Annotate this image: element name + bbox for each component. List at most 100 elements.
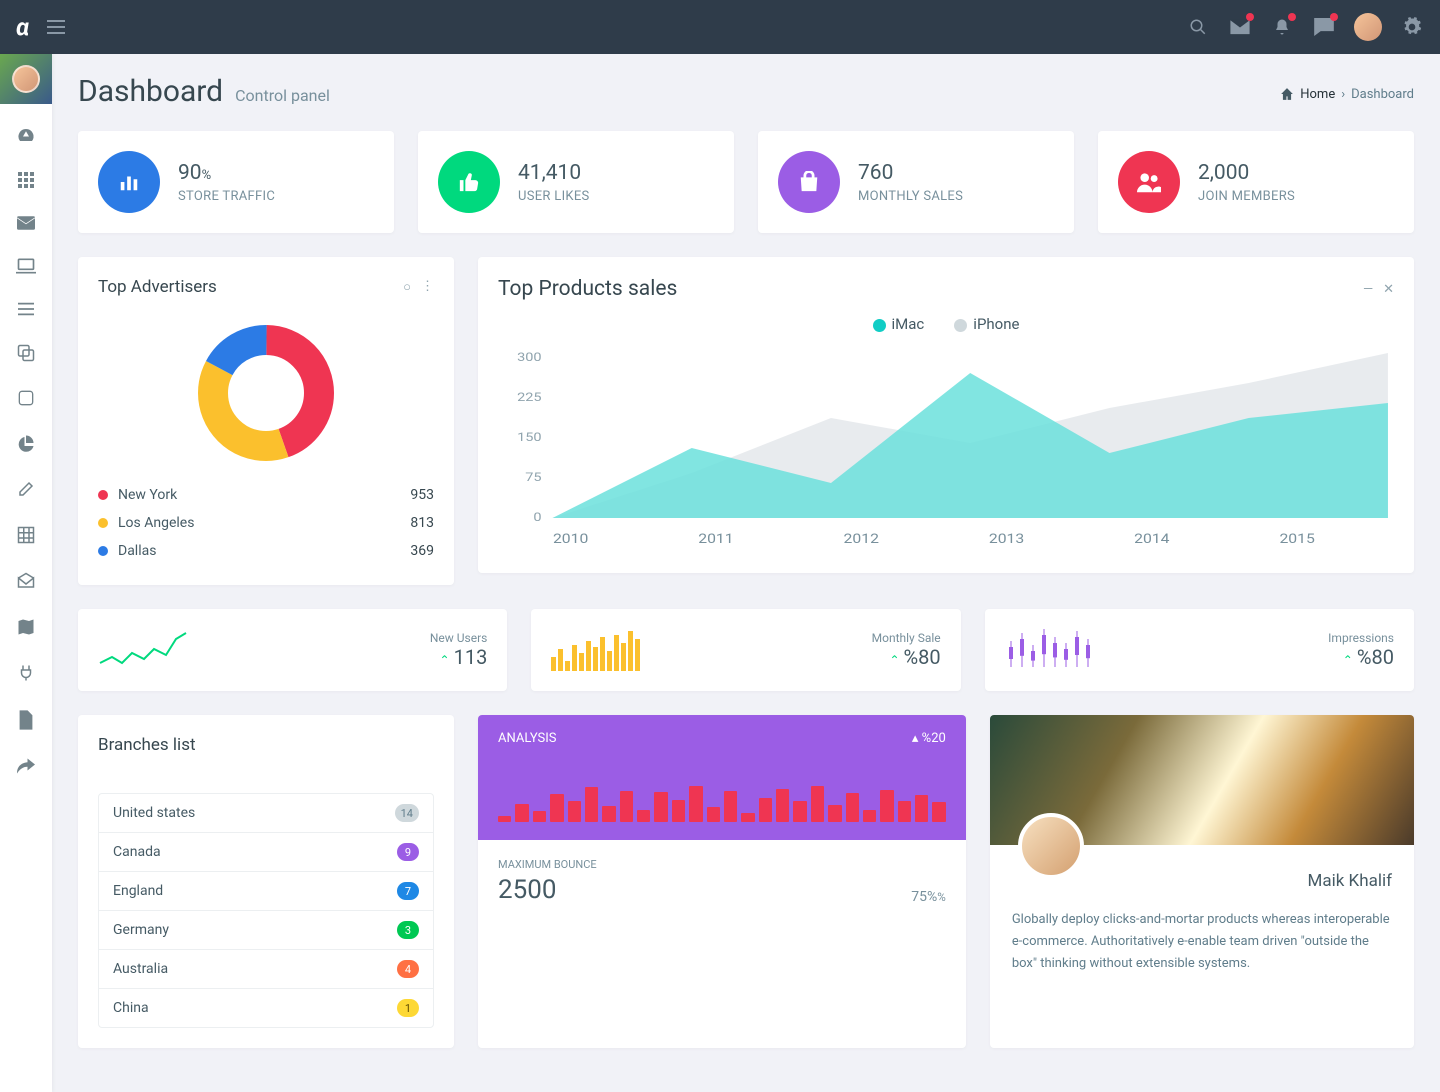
chat-icon [1314, 18, 1334, 36]
kpi-card[interactable]: 90% STORE TRAFFIC [78, 131, 394, 233]
more-icon[interactable]: ⋮ [421, 279, 434, 295]
sidebar-item-list[interactable] [18, 302, 34, 316]
branches-card: Branches list United states 14 Canada 9 … [78, 715, 454, 1048]
bounce-rate: 75%% [911, 889, 946, 905]
sidebar [0, 54, 52, 1092]
sidebar-item-tables[interactable] [17, 526, 35, 544]
spark-value: ⌃%80 [872, 645, 941, 669]
spark-card[interactable]: New Users ⌃113 [78, 609, 507, 691]
search-button[interactable] [1186, 15, 1210, 39]
analysis-bar [533, 811, 546, 822]
analysis-bar [741, 813, 754, 822]
analysis-bar [707, 807, 720, 822]
kpi-label: USER LIKES [518, 189, 590, 204]
sidebar-item-share[interactable] [17, 758, 35, 774]
sidebar-item-dashboard[interactable] [17, 126, 35, 144]
branch-row[interactable]: United states 14 [99, 794, 433, 832]
legend-dot [98, 546, 108, 556]
close-icon[interactable]: ✕ [1383, 282, 1394, 297]
sidebar-item-laptop[interactable] [16, 258, 36, 274]
chart-legend-item[interactable]: iPhone [954, 315, 1019, 333]
sidebar-item-charts[interactable] [17, 434, 35, 452]
sidebar-item-copy[interactable] [17, 344, 35, 362]
pie-icon [17, 434, 35, 452]
top-products-card: Top Products sales —✕ iMaciPhone 3002251… [478, 257, 1414, 573]
analysis-bar [828, 805, 841, 822]
branch-count-badge: 7 [397, 882, 419, 900]
legend-item: New York 953 [98, 481, 434, 509]
refresh-icon[interactable]: ○ [403, 279, 411, 295]
analysis-bar [672, 800, 685, 822]
sidebar-item-extensions[interactable] [17, 664, 35, 682]
sidebar-item-inbox[interactable] [17, 572, 35, 590]
branch-count-badge: 3 [397, 921, 419, 939]
kpi-card[interactable]: 41,410 USER LIKES [418, 131, 734, 233]
svg-text:2010: 2010 [553, 531, 588, 546]
analysis-bar [863, 810, 876, 822]
breadcrumb: Home › Dashboard [1280, 87, 1414, 102]
profile-name: Maik Khalif [1012, 871, 1392, 891]
branch-name: Germany [113, 922, 169, 938]
kpi-value: 760 [858, 161, 963, 185]
file-icon [18, 710, 34, 730]
notifications-button[interactable] [1270, 15, 1294, 39]
analysis-bar [776, 789, 789, 822]
top-advertisers-card: Top Advertisers ○⋮ New York 953 Los Ange… [78, 257, 454, 585]
gear-icon [1402, 17, 1422, 37]
svg-text:225: 225 [517, 391, 541, 405]
branch-row[interactable]: Australia 4 [99, 949, 433, 988]
breadcrumb-home[interactable]: Home [1300, 87, 1335, 102]
profile-card: Maik Khalif Globally deploy clicks-and-m… [990, 715, 1414, 1048]
grid-icon [18, 172, 34, 188]
analysis-bar [550, 794, 563, 822]
profile-avatar[interactable] [1354, 13, 1382, 41]
minimize-icon[interactable]: — [1363, 282, 1373, 297]
sidebar-item-mailbox[interactable] [17, 216, 35, 230]
chat-button[interactable] [1312, 15, 1336, 39]
shopping-bag-icon [778, 151, 840, 213]
plug-icon [17, 664, 35, 682]
chart-legend-item[interactable]: iMac [873, 315, 925, 333]
branch-row[interactable]: Canada 9 [99, 832, 433, 871]
sidebar-item-forms[interactable] [17, 480, 35, 498]
notification-dot [1288, 13, 1296, 21]
mail-icon [1230, 19, 1250, 35]
sidebar-item-maps[interactable] [17, 618, 35, 636]
kpi-card[interactable]: 760 MONTHLY SALES [758, 131, 1074, 233]
sidebar-item-apps[interactable] [18, 172, 34, 188]
branch-count-badge: 9 [397, 843, 419, 861]
sidebar-profile[interactable] [0, 54, 52, 104]
branch-row[interactable]: China 1 [99, 988, 433, 1027]
branch-name: China [113, 1000, 149, 1016]
kpi-card[interactable]: 2,000 JOIN MEMBERS [1098, 131, 1414, 233]
legend-dot [98, 518, 108, 528]
notification-dot [1330, 13, 1338, 21]
svg-text:300: 300 [517, 351, 541, 365]
analysis-bar [637, 810, 650, 822]
branch-row[interactable]: England 7 [99, 871, 433, 910]
spark-title: New Users [430, 631, 488, 645]
analysis-card: ANALYSIS ▴ %20 MAXIMUM BOUNCE 2500 75%% [478, 715, 966, 1048]
square-icon [18, 390, 34, 406]
gauge-icon [17, 126, 35, 144]
branch-name: Australia [113, 961, 168, 977]
card-title: Branches list [98, 735, 196, 755]
branch-name: Canada [113, 844, 161, 860]
analysis-pct: ▴ %20 [912, 731, 946, 746]
settings-button[interactable] [1400, 15, 1424, 39]
branch-row[interactable]: Germany 3 [99, 910, 433, 949]
analysis-bar [846, 793, 859, 822]
max-bounce-value: 2500 [498, 875, 597, 905]
topbar: α [0, 0, 1440, 54]
analysis-bar [585, 787, 598, 822]
spark-card[interactable]: Monthly Sale ⌃%80 [531, 609, 960, 691]
mail-button[interactable] [1228, 15, 1252, 39]
sidebar-toggle[interactable] [47, 20, 65, 34]
analysis-bar [654, 792, 667, 822]
profile-hero-image [990, 715, 1414, 845]
spark-card[interactable]: Impressions ⌃%80 [985, 609, 1414, 691]
search-icon [1189, 18, 1207, 36]
laptop-icon [16, 258, 36, 274]
sidebar-item-box[interactable] [18, 390, 34, 406]
sidebar-item-pages[interactable] [18, 710, 34, 730]
